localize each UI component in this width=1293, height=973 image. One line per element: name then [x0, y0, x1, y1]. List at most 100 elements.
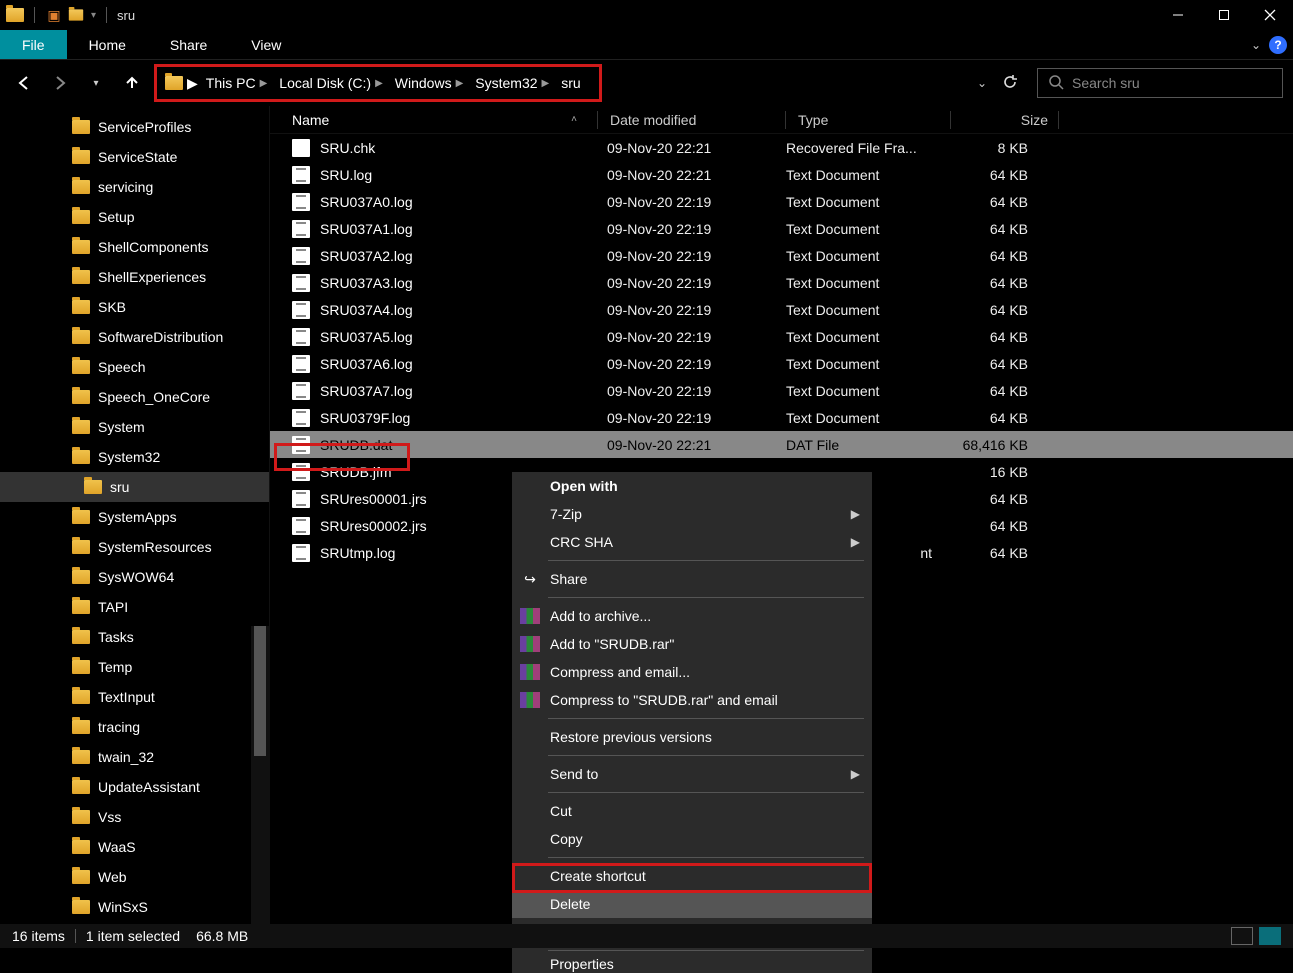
tree-item[interactable]: WaaS — [0, 832, 269, 862]
ctx-restore[interactable]: Restore previous versions — [512, 723, 872, 751]
file-type: Text Document — [786, 383, 938, 399]
maximize-button[interactable] — [1201, 0, 1247, 30]
tree-item[interactable]: sru — [0, 472, 269, 502]
minimize-button[interactable] — [1155, 0, 1201, 30]
scrollbar[interactable] — [251, 626, 269, 924]
tree-item[interactable]: twain_32 — [0, 742, 269, 772]
file-row[interactable]: SRU037A0.log09-Nov-20 22:19Text Document… — [270, 188, 1293, 215]
tree-item[interactable]: Speech_OneCore — [0, 382, 269, 412]
tree-item[interactable]: WinSxS — [0, 892, 269, 922]
ctx-add-archive[interactable]: Add to archive... — [512, 602, 872, 630]
ctx-add-named[interactable]: Add to "SRUDB.rar" — [512, 630, 872, 658]
tree-item[interactable]: servicing — [0, 172, 269, 202]
tree-item[interactable]: UpdateAssistant — [0, 772, 269, 802]
tree-item[interactable]: ShellExperiences — [0, 262, 269, 292]
forward-button[interactable] — [46, 69, 74, 97]
tree-item[interactable]: tracing — [0, 712, 269, 742]
tree-item-label: ServiceProfiles — [98, 119, 191, 135]
ctx-compress-named[interactable]: Compress to "SRUDB.rar" and email — [512, 686, 872, 714]
tree-item[interactable]: ShellComponents — [0, 232, 269, 262]
tree-item[interactable]: TextInput — [0, 682, 269, 712]
qat-dropdown-icon[interactable]: ▾ — [91, 10, 96, 21]
tree-item[interactable]: SoftwareDistribution — [0, 322, 269, 352]
tree-item-label: Vss — [98, 809, 121, 825]
tree-item[interactable]: Setup — [0, 202, 269, 232]
close-button[interactable] — [1247, 0, 1293, 30]
ctx-share[interactable]: ↪Share — [512, 565, 872, 593]
file-name: SRU037A7.log — [320, 383, 607, 399]
tree-item[interactable]: SysWOW64 — [0, 562, 269, 592]
help-icon[interactable]: ? — [1269, 36, 1287, 54]
up-button[interactable] — [118, 69, 146, 97]
tab-share[interactable]: Share — [148, 30, 229, 59]
refresh-button[interactable] — [1001, 73, 1019, 94]
file-row[interactable]: SRU037A6.log09-Nov-20 22:19Text Document… — [270, 350, 1293, 377]
file-row[interactable]: SRU037A2.log09-Nov-20 22:19Text Document… — [270, 242, 1293, 269]
tree-item[interactable]: ServiceProfiles — [0, 112, 269, 142]
ctx-crc[interactable]: CRC SHA▶ — [512, 528, 872, 556]
folder-icon — [72, 330, 90, 344]
breadcrumb-segment[interactable]: This PC▶ — [202, 75, 272, 91]
file-row[interactable]: SRU.log09-Nov-20 22:21Text Document64 KB — [270, 161, 1293, 188]
breadcrumb-segment[interactable]: System32▶ — [471, 75, 553, 91]
recent-dropdown-icon[interactable]: ▾ — [82, 69, 110, 97]
properties-qat-icon[interactable]: ▣ — [45, 6, 63, 24]
tree-item[interactable]: ServiceState — [0, 142, 269, 172]
tree-item[interactable]: System — [0, 412, 269, 442]
tree-item[interactable]: SKB — [0, 292, 269, 322]
expand-ribbon-icon[interactable]: ⌄ — [1251, 38, 1261, 52]
tree-item[interactable]: SystemResources — [0, 532, 269, 562]
tree-item[interactable]: Speech — [0, 352, 269, 382]
tree-item[interactable]: System32 — [0, 442, 269, 472]
file-size: 64 KB — [938, 410, 1028, 426]
column-type[interactable]: Type — [798, 112, 950, 128]
view-details[interactable] — [1259, 927, 1281, 945]
scrollbar-thumb[interactable] — [254, 626, 266, 756]
file-size: 64 KB — [938, 194, 1028, 210]
file-row[interactable]: SRUDB.dat09-Nov-20 22:21DAT File68,416 K… — [270, 431, 1293, 458]
tree-item[interactable]: Temp — [0, 652, 269, 682]
ctx-compress-email[interactable]: Compress and email... — [512, 658, 872, 686]
file-row[interactable]: SRU037A3.log09-Nov-20 22:19Text Document… — [270, 269, 1293, 296]
tree-item[interactable]: Web — [0, 862, 269, 892]
file-row[interactable]: SRU037A5.log09-Nov-20 22:19Text Document… — [270, 323, 1293, 350]
file-row[interactable]: SRU.chk09-Nov-20 22:21Recovered File Fra… — [270, 134, 1293, 161]
ctx-cut[interactable]: Cut — [512, 797, 872, 825]
back-button[interactable] — [10, 69, 38, 97]
tree-item[interactable]: TAPI — [0, 592, 269, 622]
tab-view[interactable]: View — [229, 30, 303, 59]
ctx-properties[interactable]: Properties — [512, 955, 872, 973]
view-large-icons[interactable] — [1231, 927, 1253, 945]
breadcrumb-segment[interactable]: Local Disk (C:)▶ — [275, 75, 387, 91]
ctx-open-with[interactable]: Open with — [512, 472, 872, 500]
column-name[interactable]: Name˄ — [292, 112, 597, 128]
new-folder-qat-icon[interactable] — [67, 6, 85, 24]
tree-item[interactable]: Vss — [0, 802, 269, 832]
file-tab[interactable]: File — [0, 30, 67, 59]
chevron-right-icon[interactable]: ▶ — [187, 75, 198, 92]
breadcrumb-segment[interactable]: sru — [557, 75, 584, 91]
ctx-copy[interactable]: Copy — [512, 825, 872, 853]
tab-home[interactable]: Home — [67, 30, 148, 59]
file-row[interactable]: SRU037A7.log09-Nov-20 22:19Text Document… — [270, 377, 1293, 404]
file-row[interactable]: SRU037A4.log09-Nov-20 22:19Text Document… — [270, 296, 1293, 323]
file-row[interactable]: SRU0379F.log09-Nov-20 22:19Text Document… — [270, 404, 1293, 431]
breadcrumb[interactable]: ▶ This PC▶ Local Disk (C:)▶ Windows▶ Sys… — [154, 64, 602, 102]
column-date[interactable]: Date modified — [610, 112, 785, 128]
history-dropdown-icon[interactable]: ⌄ — [977, 76, 987, 90]
ctx-create-shortcut[interactable]: Create shortcut — [512, 862, 872, 890]
breadcrumb-segment[interactable]: Windows▶ — [391, 75, 468, 91]
folder-icon — [72, 180, 90, 194]
ctx-delete[interactable]: Delete — [512, 890, 872, 918]
column-size[interactable]: Size — [963, 112, 1058, 128]
ctx-7zip[interactable]: 7-Zip▶ — [512, 500, 872, 528]
folder-tree[interactable]: ServiceProfiles ServiceStateservicingSetu… — [0, 106, 270, 924]
ctx-send-to[interactable]: Send to▶ — [512, 760, 872, 788]
file-row[interactable]: SRU037A1.log09-Nov-20 22:19Text Document… — [270, 215, 1293, 242]
file-icon — [292, 220, 310, 238]
window-title: sru — [117, 8, 135, 23]
tree-item[interactable]: SystemApps — [0, 502, 269, 532]
search-input[interactable] — [1072, 75, 1272, 91]
search-box[interactable] — [1037, 68, 1283, 98]
tree-item[interactable]: Tasks — [0, 622, 269, 652]
